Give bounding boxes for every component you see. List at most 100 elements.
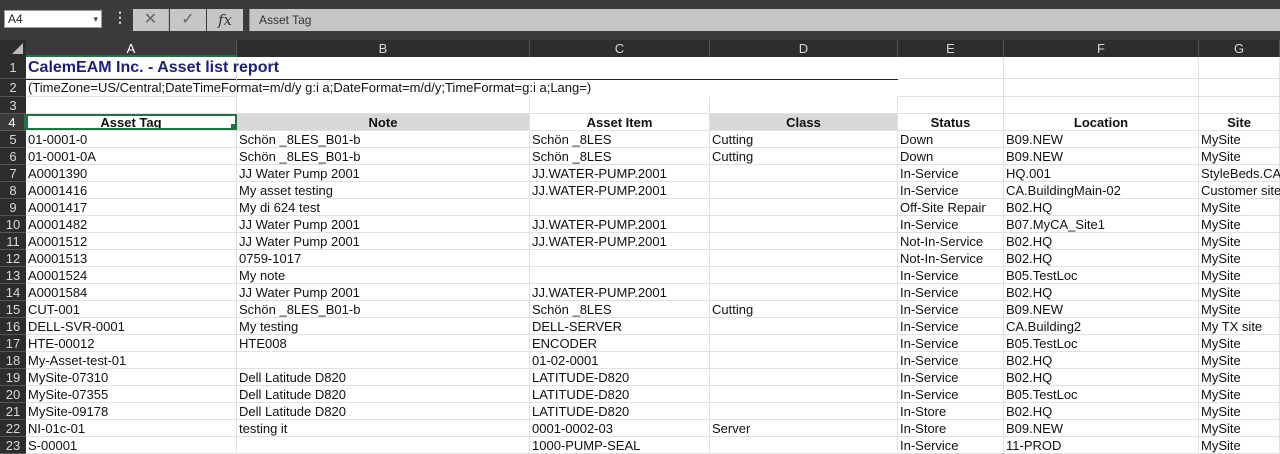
data-cell[interactable]: MySite bbox=[1199, 369, 1280, 386]
data-cell[interactable]: In-Service bbox=[898, 182, 1004, 199]
row-header-17[interactable]: 17 bbox=[0, 335, 26, 352]
cell-r3-c1[interactable] bbox=[237, 97, 530, 114]
data-cell[interactable]: In-Service bbox=[898, 386, 1004, 403]
data-cell[interactable]: In-Store bbox=[898, 403, 1004, 420]
cell-r1-c4[interactable] bbox=[898, 57, 1004, 79]
data-cell[interactable]: MySite bbox=[1199, 420, 1280, 437]
data-cell[interactable]: Schön _8LES_B01-b bbox=[237, 301, 530, 318]
row-header-23[interactable]: 23 bbox=[0, 437, 26, 454]
row-header-9[interactable]: 9 bbox=[0, 199, 26, 216]
data-cell[interactable]: JJ Water Pump 2001 bbox=[237, 216, 530, 233]
data-cell[interactable]: In-Service bbox=[898, 335, 1004, 352]
data-cell[interactable]: JJ.WATER-PUMP.2001 bbox=[530, 233, 710, 250]
data-cell[interactable]: B02.HQ bbox=[1004, 369, 1199, 386]
data-cell[interactable]: Schön _8LES_B01-b bbox=[237, 148, 530, 165]
row-header-3[interactable]: 3 bbox=[0, 97, 26, 114]
data-cell[interactable]: CA.Building2 bbox=[1004, 318, 1199, 335]
data-cell[interactable]: Schön _8LES bbox=[530, 131, 710, 148]
data-cell[interactable] bbox=[710, 284, 898, 301]
report-title-cell[interactable]: CalemEAM Inc. - Asset list report bbox=[26, 57, 279, 79]
data-cell[interactable]: MySite-07355 bbox=[26, 386, 237, 403]
cell-r3-c5[interactable] bbox=[1004, 97, 1199, 114]
data-cell[interactable]: MySite bbox=[1199, 403, 1280, 420]
data-cell[interactable]: In-Store bbox=[898, 420, 1004, 437]
data-cell[interactable]: In-Service bbox=[898, 216, 1004, 233]
data-cell[interactable]: In-Service bbox=[898, 369, 1004, 386]
data-cell[interactable]: Not-In-Service bbox=[898, 250, 1004, 267]
cell-r3-c0[interactable] bbox=[26, 97, 237, 114]
data-cell[interactable]: Not-In-Service bbox=[898, 233, 1004, 250]
row-header-15[interactable]: 15 bbox=[0, 301, 26, 318]
data-cell[interactable]: B02.HQ bbox=[1004, 233, 1199, 250]
data-cell[interactable]: JJ.WATER-PUMP.2001 bbox=[530, 216, 710, 233]
data-cell[interactable]: A0001416 bbox=[26, 182, 237, 199]
data-cell[interactable]: Dell Latitude D820 bbox=[237, 369, 530, 386]
data-cell[interactable]: MySite bbox=[1199, 352, 1280, 369]
data-cell[interactable]: Cutting bbox=[710, 131, 898, 148]
row-header-6[interactable]: 6 bbox=[0, 148, 26, 165]
data-cell[interactable]: A0001417 bbox=[26, 199, 237, 216]
header-cell-site[interactable]: Site bbox=[1199, 114, 1280, 131]
cell-r3-c2[interactable] bbox=[530, 97, 710, 114]
cell-r3-c4[interactable] bbox=[898, 97, 1004, 114]
data-cell[interactable]: LATITUDE-D820 bbox=[530, 403, 710, 420]
data-cell[interactable]: In-Service bbox=[898, 318, 1004, 335]
data-cell[interactable]: A0001524 bbox=[26, 267, 237, 284]
row-header-5[interactable]: 5 bbox=[0, 131, 26, 148]
data-cell[interactable]: B07.MyCA_Site1 bbox=[1004, 216, 1199, 233]
data-cell[interactable] bbox=[710, 216, 898, 233]
data-cell[interactable]: B09.NEW bbox=[1004, 301, 1199, 318]
column-header-d[interactable]: D bbox=[710, 40, 898, 57]
data-cell[interactable] bbox=[710, 267, 898, 284]
data-cell[interactable]: Server bbox=[710, 420, 898, 437]
data-cell[interactable] bbox=[710, 335, 898, 352]
data-cell[interactable]: Schön _8LES_B01-b bbox=[237, 131, 530, 148]
data-cell[interactable]: MySite bbox=[1199, 301, 1280, 318]
data-cell[interactable]: MySite bbox=[1199, 267, 1280, 284]
data-cell[interactable]: Customer site bbox=[1199, 182, 1280, 199]
header-cell-asset-tag[interactable]: Asset Tag bbox=[26, 114, 237, 131]
data-cell[interactable]: Cutting bbox=[710, 148, 898, 165]
data-cell[interactable]: MySite bbox=[1199, 131, 1280, 148]
data-cell[interactable]: Down bbox=[898, 148, 1004, 165]
data-cell[interactable]: CA.BuildingMain-02 bbox=[1004, 182, 1199, 199]
cell-r2-c5[interactable] bbox=[1004, 79, 1199, 97]
data-cell[interactable]: JJ.WATER-PUMP.2001 bbox=[530, 182, 710, 199]
data-cell[interactable]: MySite bbox=[1199, 233, 1280, 250]
data-cell[interactable]: B02.HQ bbox=[1004, 352, 1199, 369]
header-cell-note[interactable]: Note bbox=[237, 114, 530, 131]
data-cell[interactable] bbox=[710, 369, 898, 386]
data-cell[interactable]: B05.TestLoc bbox=[1004, 386, 1199, 403]
data-cell[interactable]: In-Service bbox=[898, 352, 1004, 369]
data-cell[interactable]: HTE-00012 bbox=[26, 335, 237, 352]
data-cell[interactable]: Schön _8LES bbox=[530, 148, 710, 165]
data-cell[interactable]: B05.TestLoc bbox=[1004, 267, 1199, 284]
data-cell[interactable]: B09.NEW bbox=[1004, 420, 1199, 437]
row-header-14[interactable]: 14 bbox=[0, 284, 26, 301]
row-header-7[interactable]: 7 bbox=[0, 165, 26, 182]
data-cell[interactable]: My note bbox=[237, 267, 530, 284]
data-cell[interactable] bbox=[710, 199, 898, 216]
row-header-2[interactable]: 2 bbox=[0, 79, 26, 97]
data-cell[interactable]: B02.HQ bbox=[1004, 199, 1199, 216]
data-cell[interactable]: In-Service bbox=[898, 284, 1004, 301]
row-header-10[interactable]: 10 bbox=[0, 216, 26, 233]
data-cell[interactable]: JJ Water Pump 2001 bbox=[237, 233, 530, 250]
data-cell[interactable]: S-00001 bbox=[26, 437, 237, 454]
data-cell[interactable]: In-Service bbox=[898, 165, 1004, 182]
data-cell[interactable]: MySite bbox=[1199, 437, 1280, 454]
column-header-g[interactable]: G bbox=[1199, 40, 1280, 57]
data-cell[interactable]: B09.NEW bbox=[1004, 148, 1199, 165]
data-cell[interactable]: B02.HQ bbox=[1004, 403, 1199, 420]
data-cell[interactable] bbox=[237, 352, 530, 369]
data-cell[interactable]: MySite bbox=[1199, 148, 1280, 165]
column-header-a[interactable]: A bbox=[26, 40, 237, 57]
data-cell[interactable] bbox=[710, 182, 898, 199]
row-header-13[interactable]: 13 bbox=[0, 267, 26, 284]
data-cell[interactable]: Dell Latitude D820 bbox=[237, 386, 530, 403]
data-cell[interactable]: My di 624 test bbox=[237, 199, 530, 216]
fill-handle[interactable] bbox=[231, 124, 237, 130]
data-cell[interactable]: LATITUDE-D820 bbox=[530, 369, 710, 386]
data-cell[interactable] bbox=[710, 318, 898, 335]
data-cell[interactable]: MySite bbox=[1199, 199, 1280, 216]
